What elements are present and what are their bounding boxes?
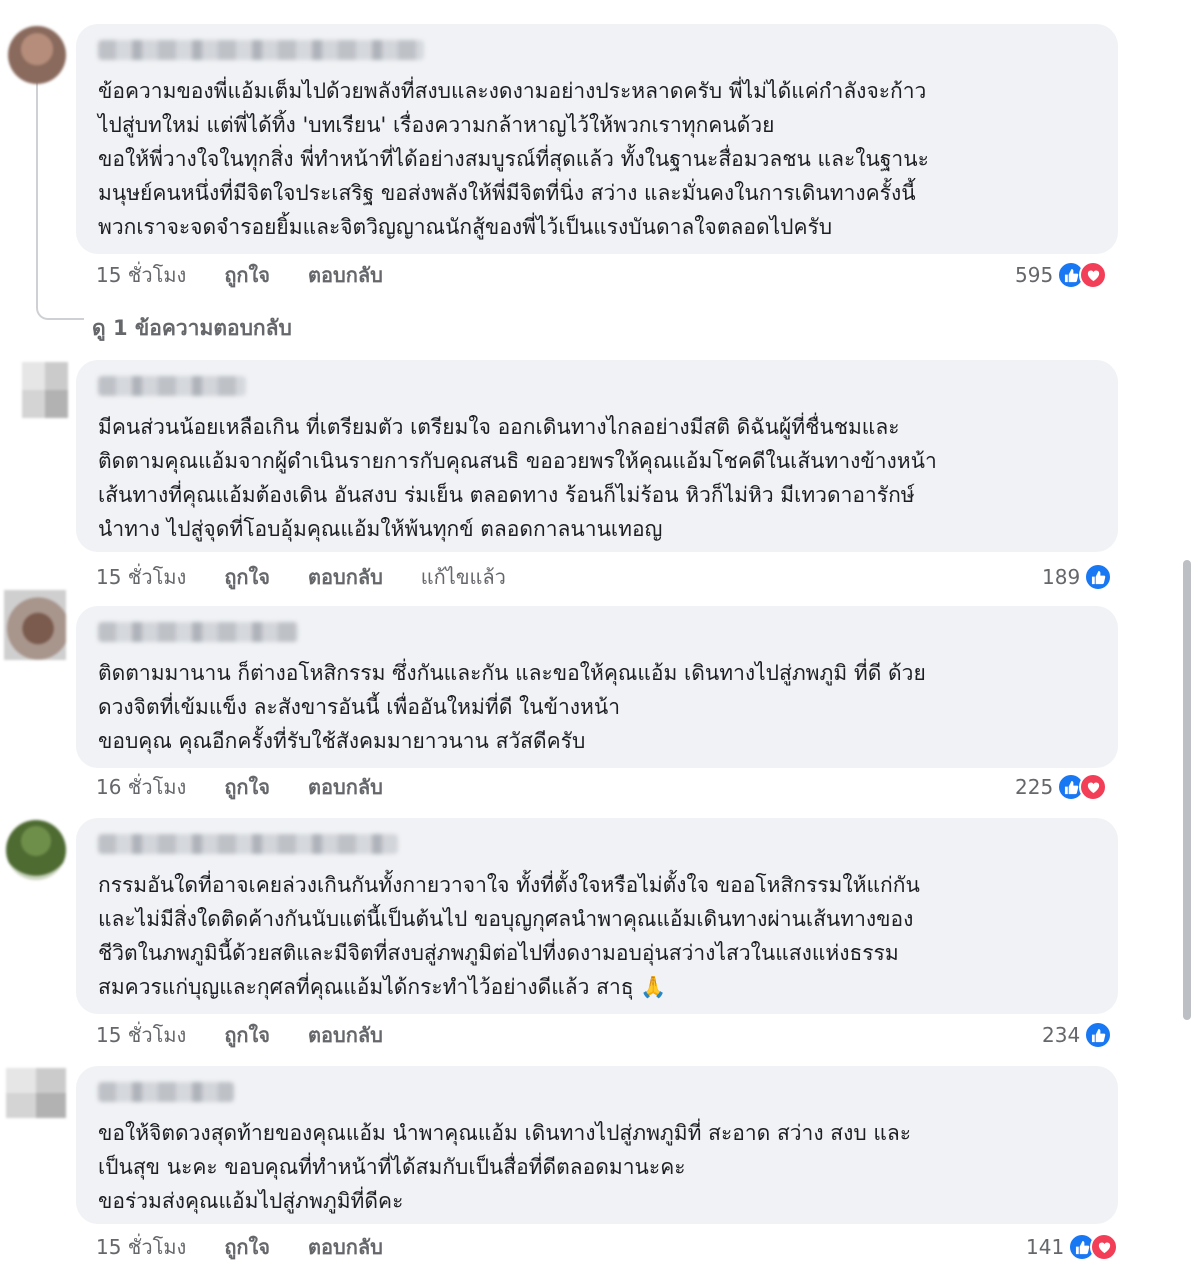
reaction-count: 595 [1015,263,1054,287]
view-replies-link[interactable]: ดู 1 ข้อความตอบกลับ [92,312,292,345]
like-reaction-icon [1084,563,1113,591]
comment-timestamp[interactable]: 15 ชั่วโมง [96,1019,186,1051]
comment-actions: 16 ชั่วโมง ถูกใจ ตอบกลับ [96,772,383,802]
reaction-count: 141 [1026,1235,1065,1259]
reaction-count: 225 [1015,775,1054,799]
like-button[interactable]: ถูกใจ [224,259,270,291]
comment-text: ติดตามมานาน ก็ต่างอโหสิกรรม ซึ่งกันและกั… [98,661,926,753]
love-reaction-icon [1079,773,1108,801]
comment-bubble: มีคนส่วนน้อยเหลือเกิน ที่เตรียมตัว เตรีย… [76,360,1118,552]
comment-text: ขอให้จิตดวงสุดท้ายของคุณแอ้ม นำพาคุณแอ้ม… [98,1121,912,1213]
reaction-summary[interactable]: 141 [1026,1232,1119,1262]
comment-timestamp[interactable]: 15 ชั่วโมง [96,259,186,291]
like-reaction-icon [1084,1021,1113,1049]
reply-button[interactable]: ตอบกลับ [308,771,383,803]
commenter-name-blurred [98,622,298,642]
love-reaction-icon [1079,261,1108,289]
like-button[interactable]: ถูกใจ [224,1231,270,1263]
comment-bubble: ข้อความของพี่แอ้มเต็มไปด้วยพลังที่สงบและ… [76,24,1118,254]
reaction-summary[interactable]: 189 [1042,562,1113,592]
reaction-summary[interactable]: 234 [1042,1020,1113,1050]
comment-timestamp[interactable]: 15 ชั่วโมง [96,1231,186,1263]
reply-button[interactable]: ตอบกลับ [308,561,383,593]
comment-actions: 15 ชั่วโมง ถูกใจ ตอบกลับ แก้ไขแล้ว [96,562,506,592]
comment-bubble: ติดตามมานาน ก็ต่างอโหสิกรรม ซึ่งกันและกั… [76,606,1118,768]
reply-button[interactable]: ตอบกลับ [308,1019,383,1051]
commenter-name-blurred [98,376,246,396]
like-button[interactable]: ถูกใจ [224,561,270,593]
like-button[interactable]: ถูกใจ [224,771,270,803]
comment-text: มีคนส่วนน้อยเหลือเกิน ที่เตรียมตัว เตรีย… [98,415,937,541]
avatar[interactable] [6,1068,66,1118]
reaction-summary[interactable]: 595 [1015,260,1108,290]
reaction-summary[interactable]: 225 [1015,772,1108,802]
like-button[interactable]: ถูกใจ [224,1019,270,1051]
reply-button[interactable]: ตอบกลับ [308,259,383,291]
commenter-name-blurred [98,40,424,60]
comment-timestamp[interactable]: 16 ชั่วโมง [96,771,186,803]
avatar[interactable] [8,26,66,84]
avatar[interactable] [6,820,66,880]
avatar[interactable] [22,362,68,418]
reaction-count: 234 [1042,1023,1081,1047]
commenter-name-blurred [98,1082,234,1102]
reply-button[interactable]: ตอบกลับ [308,1231,383,1263]
comment-actions: 15 ชั่วโมง ถูกใจ ตอบกลับ [96,1020,383,1050]
edited-label[interactable]: แก้ไขแล้ว [421,561,506,593]
comment-bubble: กรรมอันใดที่อาจเคยล่วงเกินกันทั้งกายวาจา… [76,818,1118,1014]
comment-text: ข้อความของพี่แอ้มเต็มไปด้วยพลังที่สงบและ… [98,79,929,239]
comment-actions: 15 ชั่วโมง ถูกใจ ตอบกลับ [96,260,383,290]
scrollbar-thumb[interactable] [1183,560,1191,1020]
reaction-count: 189 [1042,565,1081,589]
comment-text: กรรมอันใดที่อาจเคยล่วงเกินกันทั้งกายวาจา… [98,873,920,999]
comment-timestamp[interactable]: 15 ชั่วโมง [96,561,186,593]
comment-bubble: ขอให้จิตดวงสุดท้ายของคุณแอ้ม นำพาคุณแอ้ม… [76,1066,1118,1224]
love-reaction-icon [1090,1233,1119,1261]
avatar[interactable] [4,590,66,660]
commenter-name-blurred [98,834,398,854]
comment-actions: 15 ชั่วโมง ถูกใจ ตอบกลับ [96,1232,383,1262]
